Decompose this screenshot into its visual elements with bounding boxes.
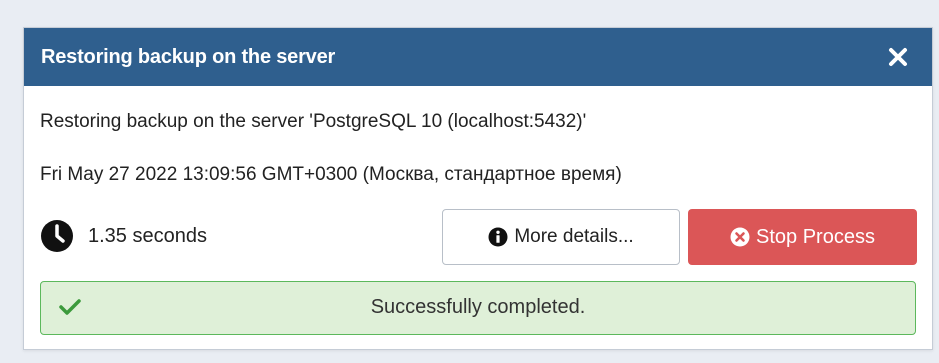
start-time: Fri May 27 2022 13:09:56 GMT+0300 (Москв… bbox=[40, 164, 622, 185]
restore-dialog: Restoring backup on the server Restoring… bbox=[23, 27, 933, 350]
dialog-title: Restoring backup on the server bbox=[41, 45, 336, 68]
close-icon bbox=[889, 48, 907, 66]
status-text: Successfully completed. bbox=[370, 296, 586, 318]
times-circle-icon bbox=[730, 227, 750, 247]
more-details-button[interactable]: More details... bbox=[442, 209, 680, 265]
elapsed-time: 1.35 seconds bbox=[40, 219, 207, 253]
elapsed-time-text: 1.35 seconds bbox=[88, 224, 207, 247]
dialog-header: Restoring backup on the server bbox=[24, 28, 932, 86]
more-details-label: More details... bbox=[514, 226, 634, 247]
process-controls: 1.35 seconds More details... Stop Proces… bbox=[40, 209, 917, 265]
restore-description: Restoring backup on the server 'PostgreS… bbox=[40, 111, 587, 132]
stop-process-label: Stop Process bbox=[756, 225, 875, 248]
clock-icon bbox=[41, 220, 73, 252]
info-circle-icon bbox=[488, 227, 508, 247]
close-button[interactable] bbox=[885, 44, 911, 70]
status-message-box: Successfully completed. bbox=[40, 281, 916, 335]
stop-process-button[interactable]: Stop Process bbox=[688, 209, 917, 265]
